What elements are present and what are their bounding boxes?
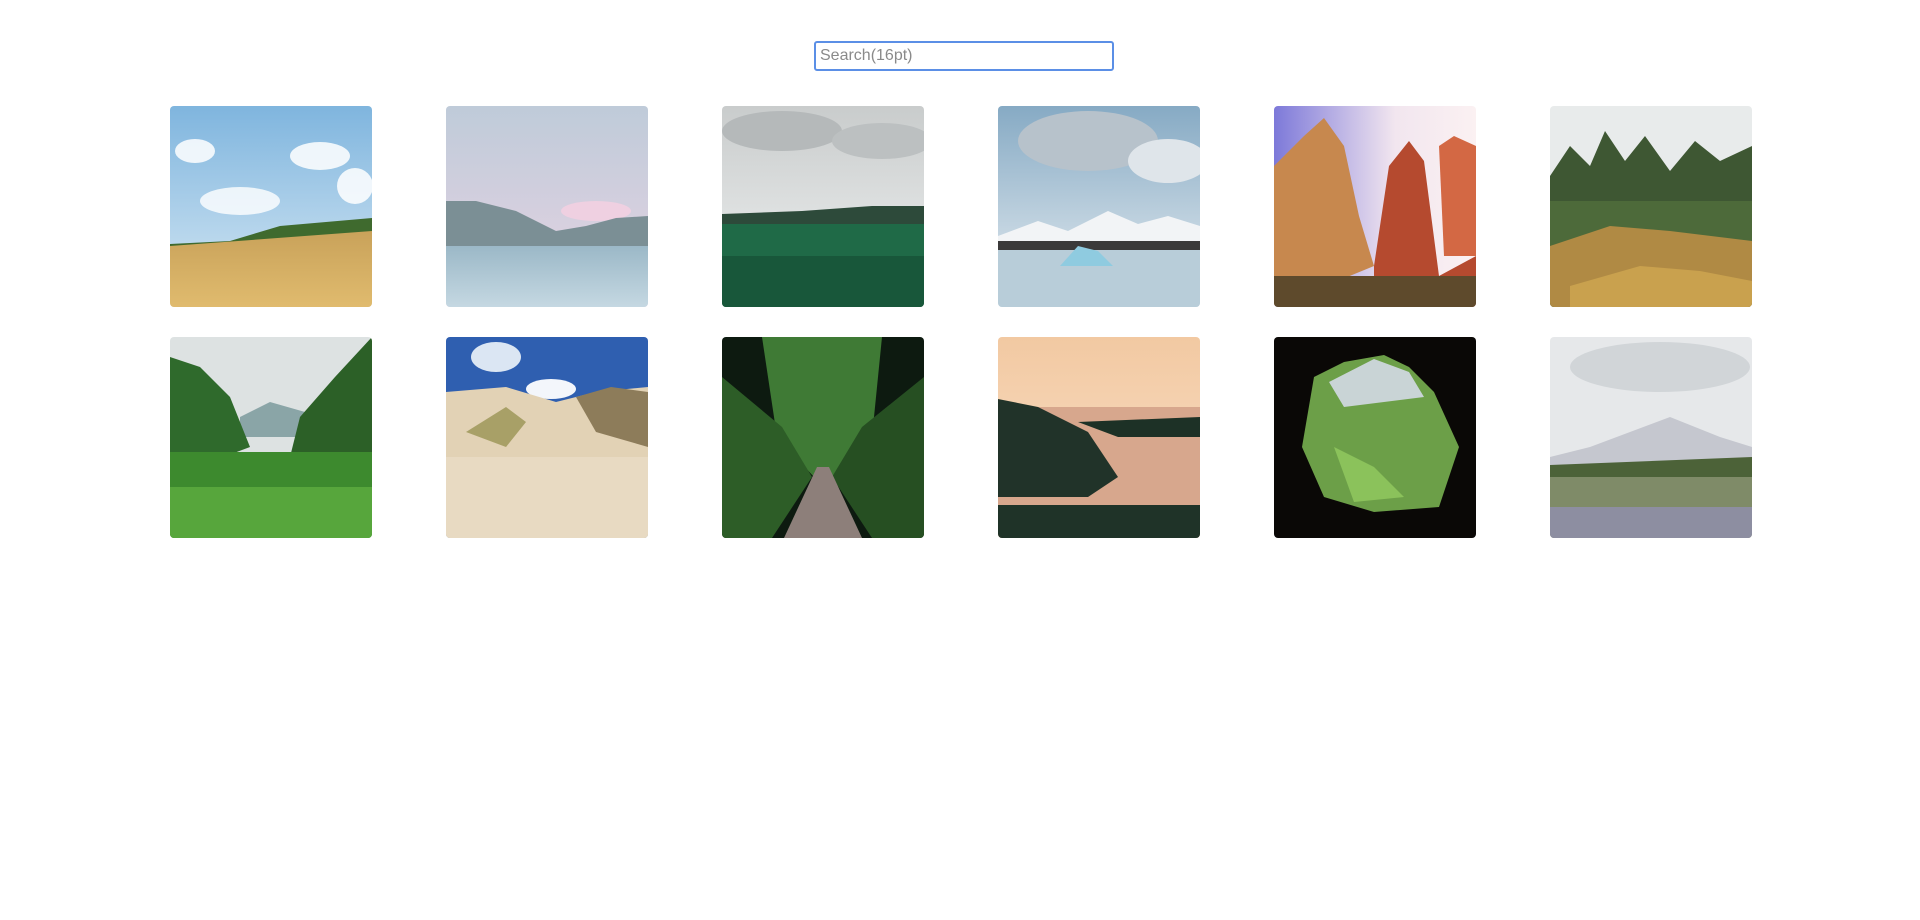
lake-mountains-image (446, 106, 648, 307)
image-thumbnail[interactable] (1550, 337, 1752, 538)
image-thumbnail[interactable] (998, 337, 1200, 538)
jungle-valley-image (170, 337, 372, 538)
image-thumbnail[interactable] (998, 106, 1200, 307)
lupine-mountain-image (1550, 337, 1752, 538)
green-meadow-image (722, 106, 924, 307)
sand-dunes-image (446, 337, 648, 538)
image-thumbnail[interactable] (1274, 106, 1476, 307)
image-thumbnail[interactable] (1274, 337, 1476, 538)
image-grid (170, 106, 1752, 538)
autumn-garden-image (1550, 106, 1752, 307)
image-thumbnail[interactable] (170, 106, 372, 307)
glacier-lagoon-image (998, 106, 1200, 307)
image-thumbnail[interactable] (446, 337, 648, 538)
search-bar (814, 41, 1114, 71)
forest-path-image (722, 337, 924, 538)
sunset-river-image (998, 337, 1200, 538)
image-thumbnail[interactable] (1550, 106, 1752, 307)
wheat-field-image (170, 106, 372, 307)
gallery-page (0, 0, 1920, 920)
image-thumbnail[interactable] (170, 337, 372, 538)
image-thumbnail[interactable] (722, 337, 924, 538)
red-canyon-image (1274, 106, 1476, 307)
image-thumbnail[interactable] (722, 106, 924, 307)
cave-view-image (1274, 337, 1476, 538)
image-thumbnail[interactable] (446, 106, 648, 307)
search-input[interactable] (814, 41, 1114, 71)
